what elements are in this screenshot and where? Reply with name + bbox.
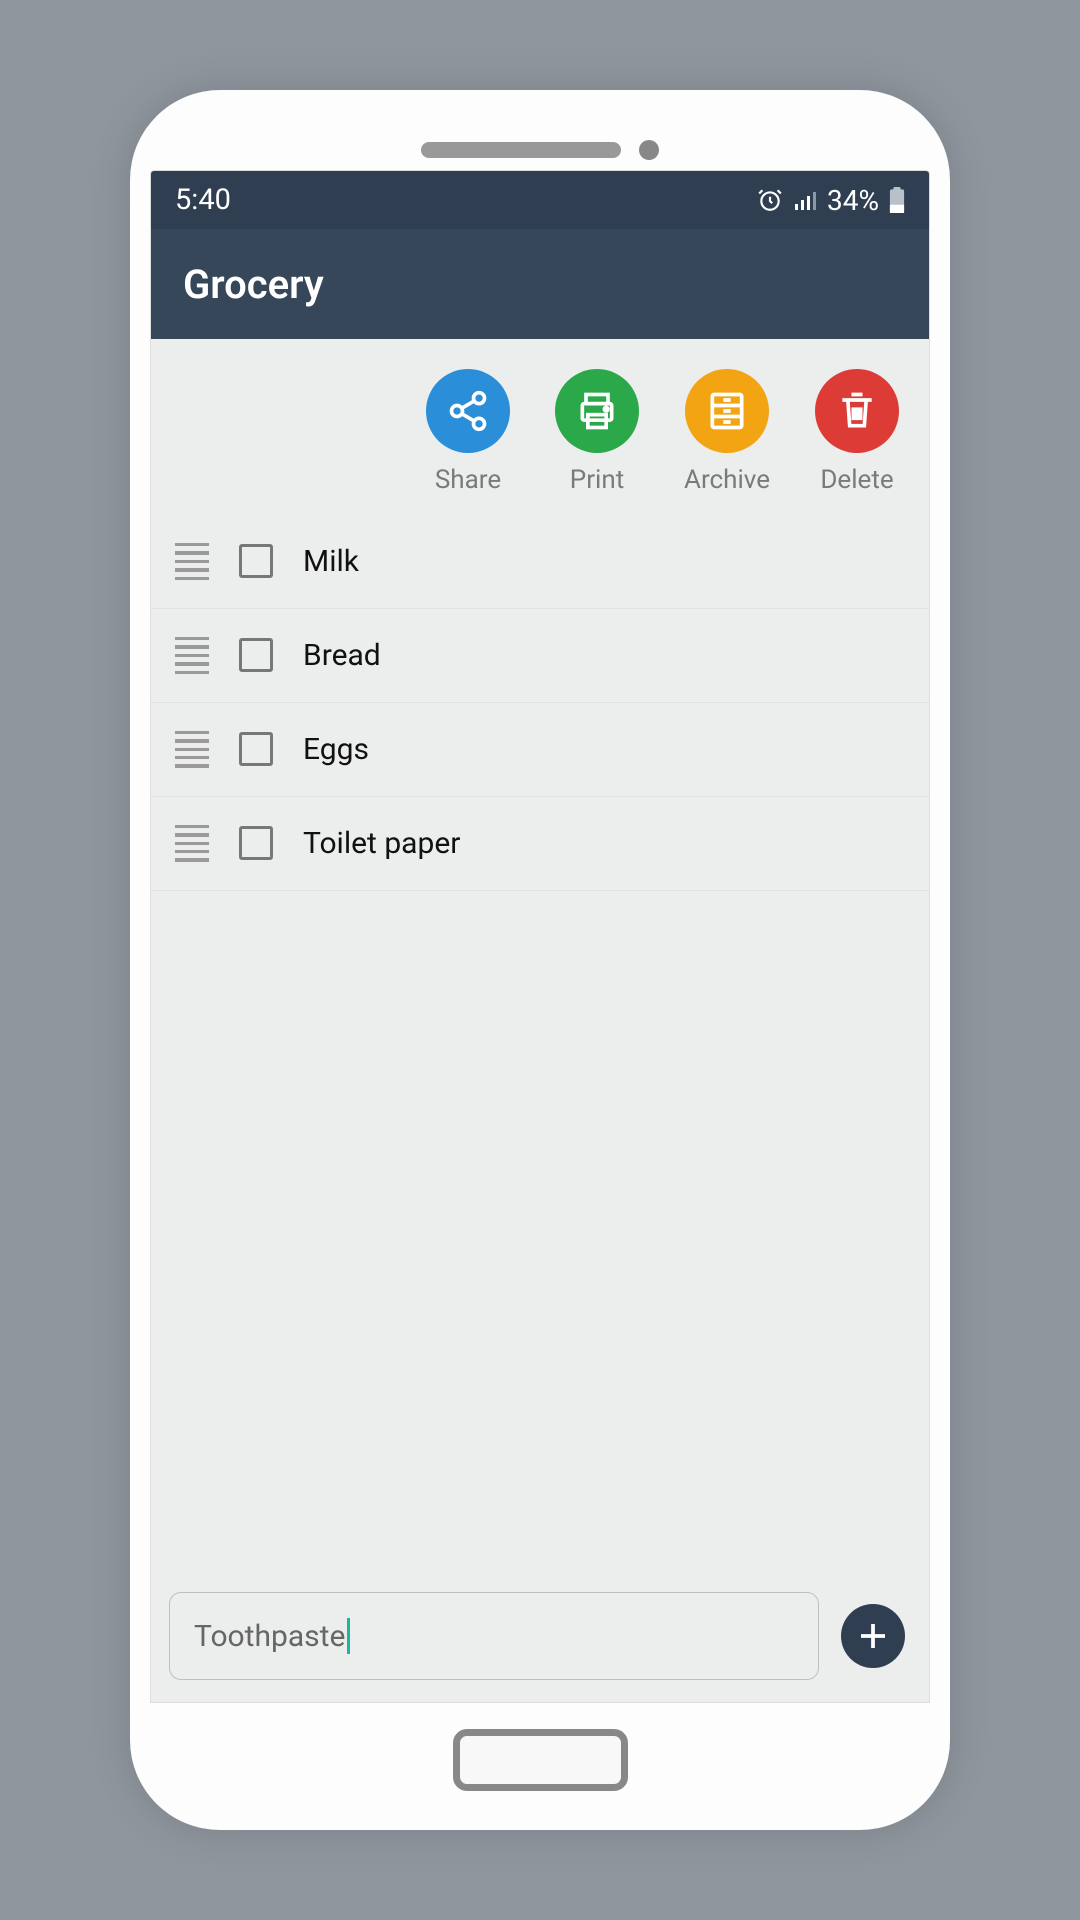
alarm-icon [757, 187, 783, 213]
item-label: Milk [303, 544, 359, 579]
item-checkbox[interactable] [239, 732, 273, 766]
list-item[interactable]: Toilet paper [151, 797, 929, 891]
delete-button[interactable]: Delete [815, 369, 899, 495]
item-label: Bread [303, 638, 381, 673]
battery-percent: 34% [827, 184, 879, 217]
share-icon [446, 389, 490, 433]
action-row: Share Print [151, 339, 929, 515]
home-button[interactable] [453, 1729, 628, 1791]
app-bar: Grocery [151, 229, 929, 339]
page-title: Grocery [183, 261, 324, 308]
share-button[interactable]: Share [426, 369, 510, 495]
item-checkbox[interactable] [239, 638, 273, 672]
item-label: Toilet paper [303, 826, 460, 861]
share-label: Share [435, 465, 501, 495]
print-icon [575, 389, 619, 433]
status-right: 34% [757, 184, 905, 217]
delete-label: Delete [820, 465, 893, 495]
list-item[interactable]: Milk [151, 515, 929, 609]
plus-icon [855, 1618, 891, 1654]
text-cursor [347, 1618, 350, 1654]
item-label: Eggs [303, 732, 369, 767]
status-time: 5:40 [175, 183, 231, 217]
trash-icon [835, 389, 879, 433]
item-checkbox[interactable] [239, 826, 273, 860]
phone-frame: 5:40 34% [130, 90, 950, 1830]
drag-handle-icon[interactable] [175, 731, 209, 768]
drag-handle-icon[interactable] [175, 825, 209, 862]
add-item-input[interactable]: Toothpaste [169, 1592, 819, 1680]
screen: 5:40 34% [150, 170, 930, 1703]
drag-handle-icon[interactable] [175, 543, 209, 580]
battery-icon [889, 187, 905, 213]
list-item[interactable]: Bread [151, 609, 929, 703]
input-value: Toothpaste [194, 1619, 345, 1654]
list-item[interactable]: Eggs [151, 703, 929, 797]
input-row: Toothpaste [151, 1574, 929, 1702]
print-button[interactable]: Print [555, 369, 639, 495]
archive-button[interactable]: Archive [684, 369, 770, 495]
drag-handle-icon[interactable] [175, 637, 209, 674]
add-button[interactable] [841, 1604, 905, 1668]
archive-icon [705, 389, 749, 433]
home-button-area [150, 1715, 930, 1805]
status-bar: 5:40 34% [151, 171, 929, 229]
item-checkbox[interactable] [239, 544, 273, 578]
phone-speaker [421, 140, 659, 160]
print-label: Print [570, 465, 624, 495]
archive-label: Archive [684, 465, 770, 495]
signal-icon [793, 188, 817, 212]
item-list: Milk Bread Eggs Toilet paper [151, 515, 929, 1574]
